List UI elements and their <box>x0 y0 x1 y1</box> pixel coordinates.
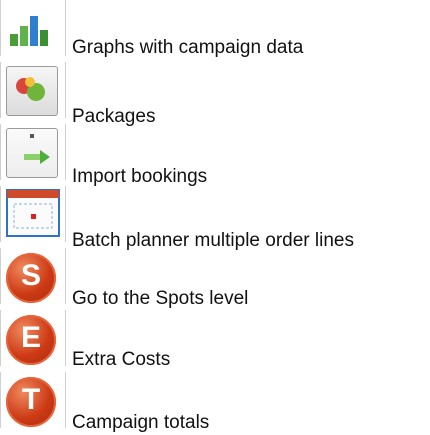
list-item-packages[interactable]: Packages <box>0 62 430 127</box>
spots-level-icon[interactable]: S <box>0 248 66 306</box>
item-label: Extra Costs <box>72 349 171 370</box>
item-label: Go to the Spots level <box>72 288 249 309</box>
batch-planner-icon[interactable] <box>0 186 66 244</box>
bar-chart-icon[interactable] <box>0 0 66 58</box>
import-icon[interactable] <box>0 124 66 182</box>
list-item-spots-level[interactable]: S Go to the Spots level <box>0 248 430 309</box>
item-label: Campaign totals <box>72 412 210 433</box>
list-item-campaign-totals[interactable]: T Campaign totals <box>0 372 430 433</box>
list-item-import-bookings[interactable]: Import bookings <box>0 124 430 187</box>
item-label: Import bookings <box>72 166 208 187</box>
item-label: Graphs with campaign data <box>72 37 304 58</box>
list-item-graphs[interactable]: Graphs with campaign data <box>0 0 430 58</box>
campaign-totals-icon[interactable]: T <box>0 372 66 430</box>
packages-icon[interactable] <box>0 62 66 120</box>
list-item-batch-planner[interactable]: Batch planner multiple order lines <box>0 186 430 251</box>
list-item-extra-costs[interactable]: E Extra Costs <box>0 310 430 370</box>
extra-costs-icon[interactable]: E <box>0 310 66 368</box>
